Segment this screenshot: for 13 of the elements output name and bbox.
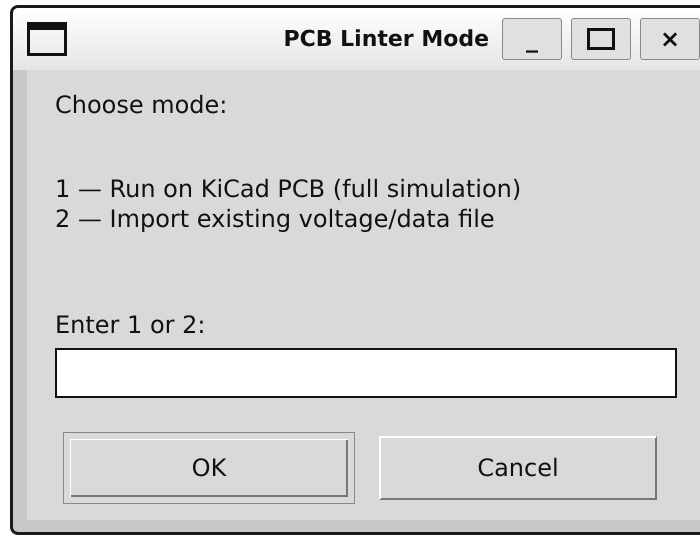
- entry-label: Enter 1 or 2:: [55, 310, 206, 340]
- input-field[interactable]: [55, 348, 677, 398]
- minimize-button[interactable]: _: [502, 18, 562, 60]
- option-text: 1 — Run on KiCad PCB (full simulation): [55, 174, 522, 204]
- square-icon: [587, 28, 615, 50]
- option-text: 2 — Import existing voltage/data file: [55, 204, 496, 234]
- prompt-text: Choose mode:: [55, 90, 228, 120]
- window-title: PCB Linter Mode: [282, 26, 490, 52]
- window-icon[interactable]: [27, 22, 67, 56]
- maximize-button[interactable]: [571, 18, 631, 60]
- close-button[interactable]: ×: [640, 18, 700, 60]
- ok-button[interactable]: OK: [63, 432, 355, 504]
- cancel-button[interactable]: Cancel: [379, 436, 657, 500]
